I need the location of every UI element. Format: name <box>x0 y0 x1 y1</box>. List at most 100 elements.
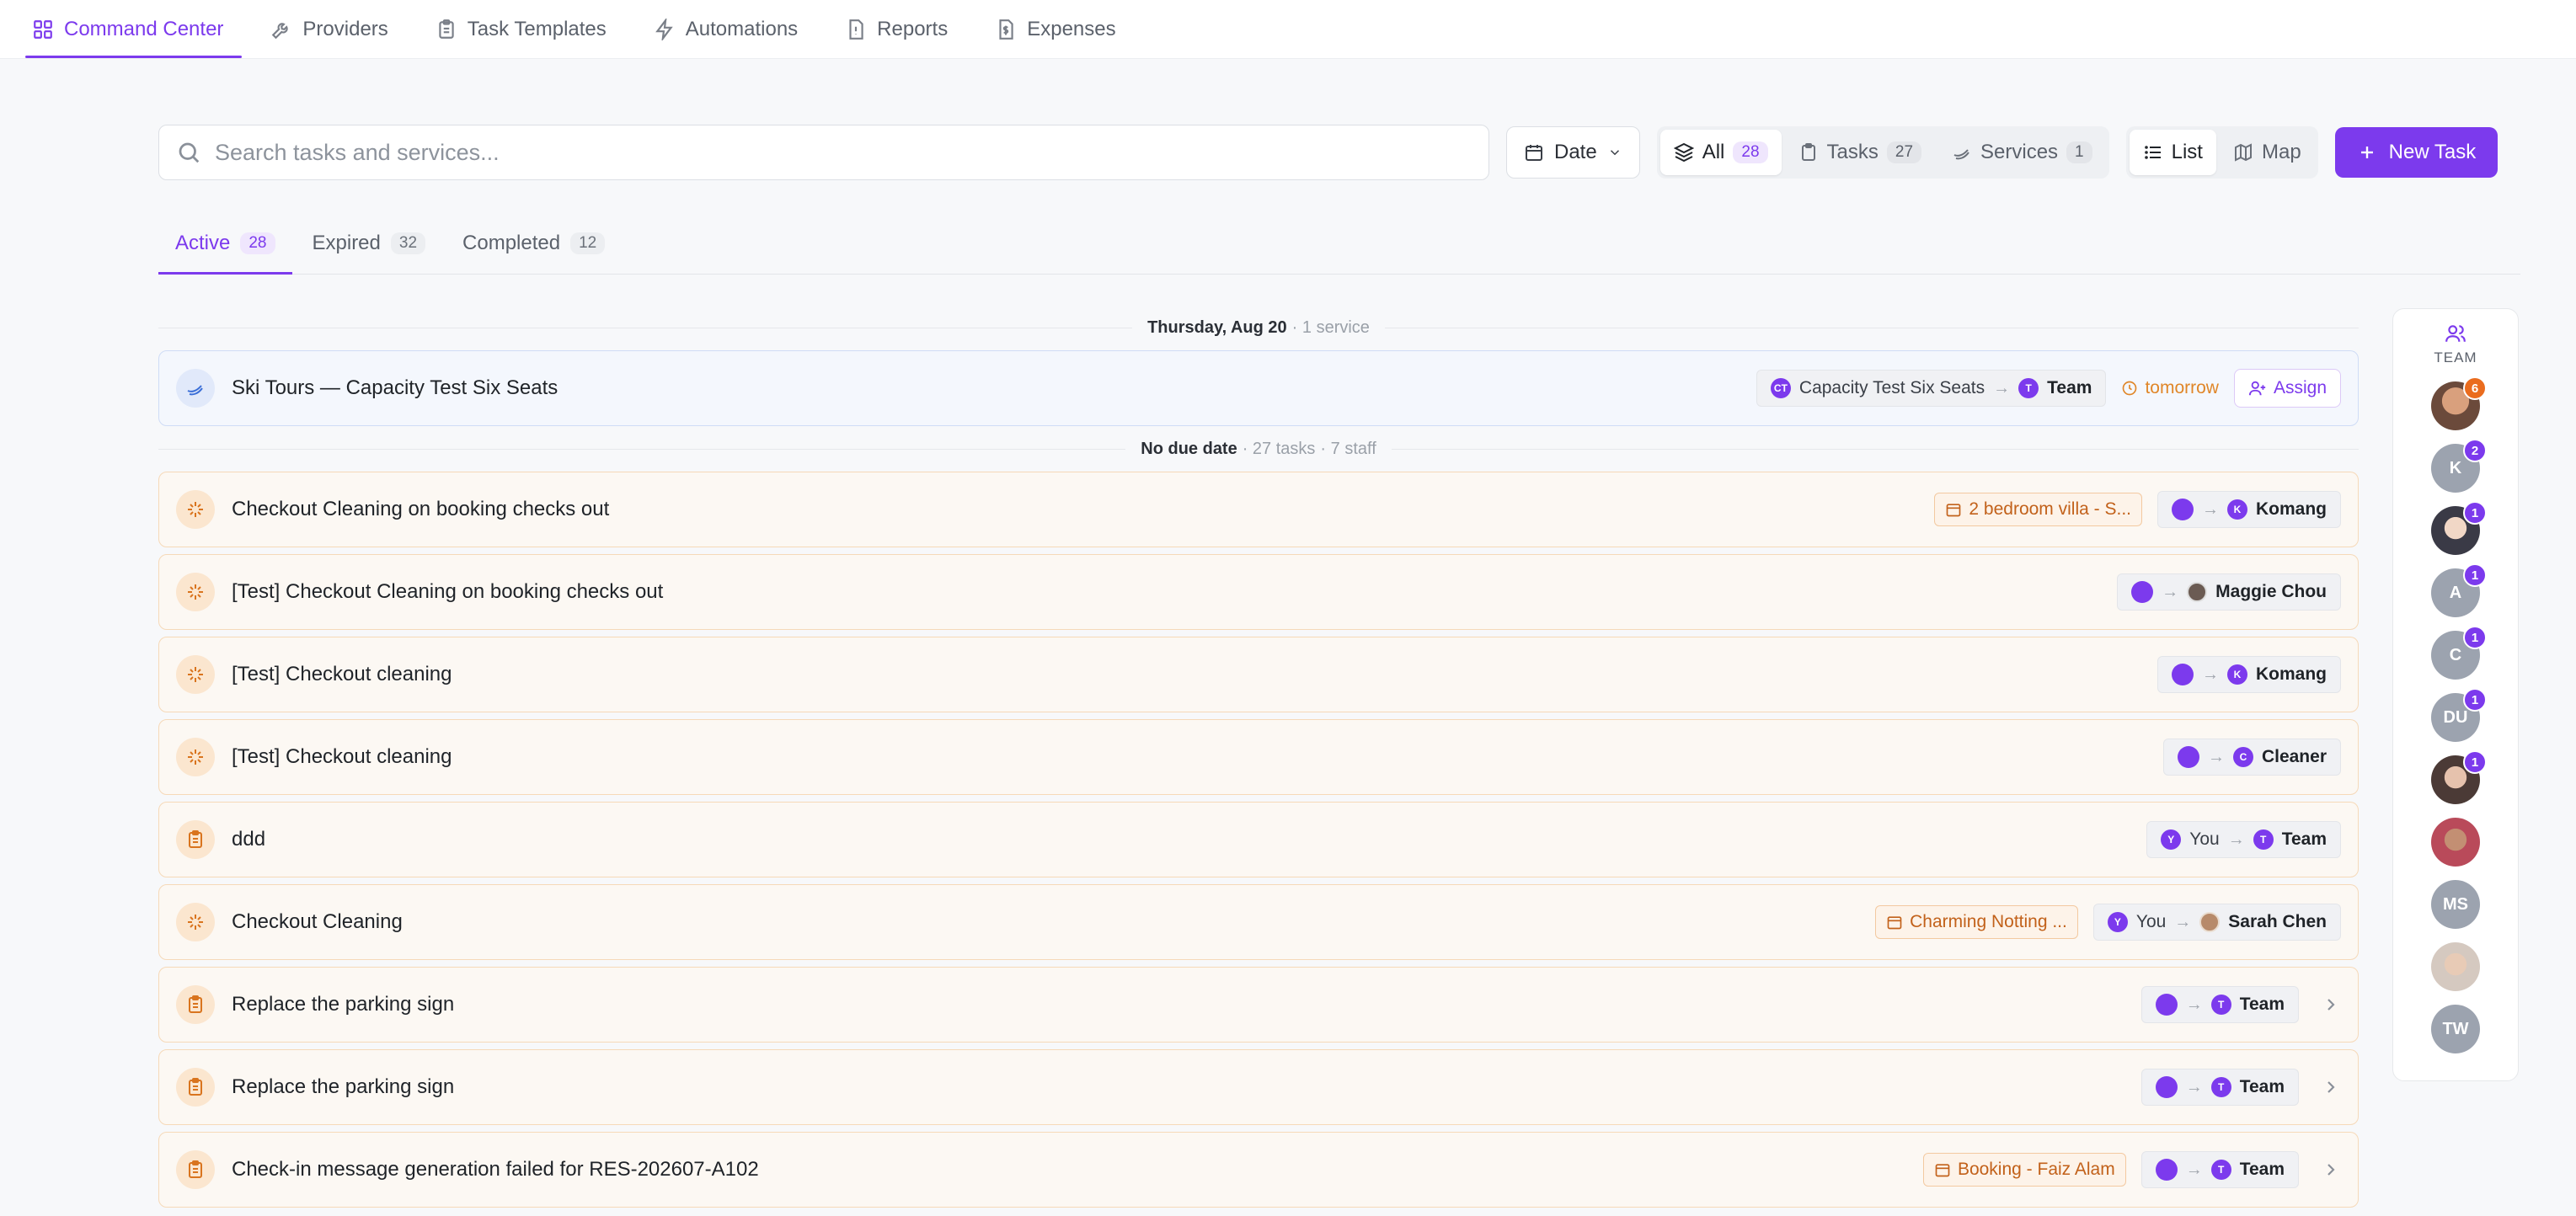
search-box[interactable] <box>158 125 1489 180</box>
task-row[interactable]: Replace the parking sign → T Team <box>158 1049 2359 1125</box>
task-icon-wrap <box>176 490 215 529</box>
task-row[interactable]: [Test] Checkout cleaning → C Cleaner <box>158 719 2359 795</box>
tab-count: 32 <box>390 232 426 254</box>
group-header: Thursday, Aug 20 · 1 service <box>158 312 2359 344</box>
type-filter: All 28 Tasks 27 Services 1 <box>1656 126 2109 179</box>
filter-tasks-count: 27 <box>1886 141 1922 163</box>
clipboard-icon <box>189 1160 202 1178</box>
nav-providers[interactable]: Providers <box>264 0 406 58</box>
to-name: Komang <box>2256 499 2327 519</box>
task-row[interactable]: Replace the parking sign → T Team <box>158 967 2359 1043</box>
task-icon-wrap <box>176 573 215 611</box>
task-icon-wrap <box>176 1150 215 1189</box>
task-row[interactable]: Checkout Cleaning on booking checks out … <box>158 472 2359 547</box>
task-row[interactable]: [Test] Checkout Cleaning on booking chec… <box>158 554 2359 630</box>
avatar <box>2199 912 2221 932</box>
row-title: [Test] Checkout cleaning <box>232 745 452 768</box>
view-list[interactable]: List <box>2129 130 2216 175</box>
task-row[interactable]: Check-in message generation failed for R… <box>158 1132 2359 1208</box>
team-member[interactable]: TW <box>2431 1005 2480 1053</box>
filter-services-count: 1 <box>2066 141 2092 163</box>
task-icon-wrap <box>176 738 215 776</box>
view-map[interactable]: Map <box>2220 130 2315 175</box>
team-member[interactable]: MS <box>2431 880 2480 929</box>
user-plus-icon <box>2248 381 2266 396</box>
task-row[interactable]: Checkout Cleaning Charming Notting ... Y… <box>158 884 2359 960</box>
team-member[interactable]: C1 <box>2431 626 2487 680</box>
task-count-badge: 6 <box>2463 376 2487 400</box>
team-member[interactable]: 1 <box>2431 750 2487 804</box>
users-icon <box>2445 325 2466 342</box>
to-name: Team <box>2239 1077 2285 1096</box>
view-list-label: List <box>2171 141 2203 163</box>
row-title: Ski Tours — Capacity Test Six Seats <box>232 376 558 399</box>
chevron-right-icon[interactable] <box>2321 1077 2341 1097</box>
chevron-right-icon[interactable] <box>2321 1160 2341 1180</box>
team-member[interactable]: K2 <box>2431 439 2487 493</box>
chevron-right-icon[interactable] <box>2321 995 2341 1015</box>
nav-task-templates[interactable]: Task Templates <box>429 0 625 58</box>
lightning-icon <box>655 18 673 40</box>
date-filter-button[interactable]: Date <box>1506 126 1640 179</box>
avatar: Y <box>2107 912 2128 932</box>
layers-icon <box>1673 142 1694 163</box>
team-member[interactable]: 1 <box>2431 501 2487 555</box>
nav-reports[interactable]: Reports <box>838 0 966 58</box>
avatar: CT <box>1770 378 1791 398</box>
nav-expenses[interactable]: Expenses <box>988 0 1134 58</box>
assign-button[interactable]: Assign <box>2233 369 2341 408</box>
from-name: You <box>2135 912 2167 931</box>
avatar: K <box>2227 664 2247 685</box>
avatar <box>2172 664 2194 685</box>
property-tag[interactable]: Charming Notting ... <box>1875 905 2078 939</box>
group-meta: · 1 service <box>1291 317 1370 337</box>
clipboard-icon <box>189 995 202 1013</box>
property-label: Charming Notting ... <box>1910 912 2067 931</box>
filter-tasks[interactable]: Tasks 27 <box>1785 130 1936 175</box>
assignment-flow: → C Cleaner <box>2162 739 2341 776</box>
assignment-flow: → Maggie Chou <box>2117 573 2341 611</box>
nav-automations[interactable]: Automations <box>647 0 816 58</box>
service-row[interactable]: Ski Tours — Capacity Test Six Seats CT C… <box>158 350 2359 426</box>
clipboard-icon <box>189 830 202 848</box>
group-date: No due date <box>1141 439 1237 458</box>
task-row[interactable]: [Test] Checkout cleaning → K Komang <box>158 637 2359 712</box>
team-member[interactable]: 6 <box>2431 376 2487 430</box>
filter-all[interactable]: All 28 <box>1659 130 1782 175</box>
nav-label: Reports <box>877 17 949 40</box>
status-tabs: Active 28 Expired 32 Completed 12 <box>158 212 2520 275</box>
calendar-icon <box>1935 1164 1950 1177</box>
map-icon <box>2234 143 2252 162</box>
avatar <box>2131 581 2154 603</box>
tab-completed[interactable]: Completed 12 <box>446 212 622 274</box>
task-row[interactable]: ddd Y You → T Team <box>158 802 2359 877</box>
search-input[interactable] <box>215 139 1472 166</box>
tab-expired[interactable]: Expired 32 <box>296 212 443 274</box>
clipboard-icon <box>439 19 454 39</box>
arrow-right-icon: → <box>2185 1077 2203 1096</box>
task-icon-wrap <box>176 655 215 694</box>
to-name: Komang <box>2256 664 2327 684</box>
property-tag[interactable]: 2 bedroom villa - S... <box>1934 493 2142 526</box>
new-task-button[interactable]: New Task <box>2334 127 2499 178</box>
calendar-icon <box>1887 916 1902 930</box>
property-tag[interactable]: Booking - Faiz Alam <box>1922 1153 2126 1187</box>
from-name: Capacity Test Six Seats <box>1798 378 1985 397</box>
nav-command-center[interactable]: Command Center <box>25 0 243 58</box>
team-panel: TEAM 6 K2 1 A1 C1 DU 1 1 MS TW <box>2392 308 2519 1081</box>
tab-active[interactable]: Active 28 <box>158 212 292 275</box>
team-member[interactable] <box>2431 942 2480 991</box>
ski-icon <box>1953 149 1969 160</box>
avatar: T <box>2210 1077 2231 1097</box>
row-title: [Test] Checkout cleaning <box>232 663 452 685</box>
task-icon-wrap <box>176 903 215 941</box>
calendar-icon <box>1526 145 1542 161</box>
team-member[interactable]: A1 <box>2431 563 2487 617</box>
team-member[interactable]: DU 1 <box>2431 688 2487 742</box>
avatar <box>2155 1076 2178 1098</box>
filter-services[interactable]: Services 1 <box>1938 130 2106 175</box>
task-count-badge: 1 <box>2463 688 2487 712</box>
assignment-flow: → K Komang <box>2157 491 2341 528</box>
row-title: Replace the parking sign <box>232 1075 455 1098</box>
team-member[interactable] <box>2431 818 2480 867</box>
